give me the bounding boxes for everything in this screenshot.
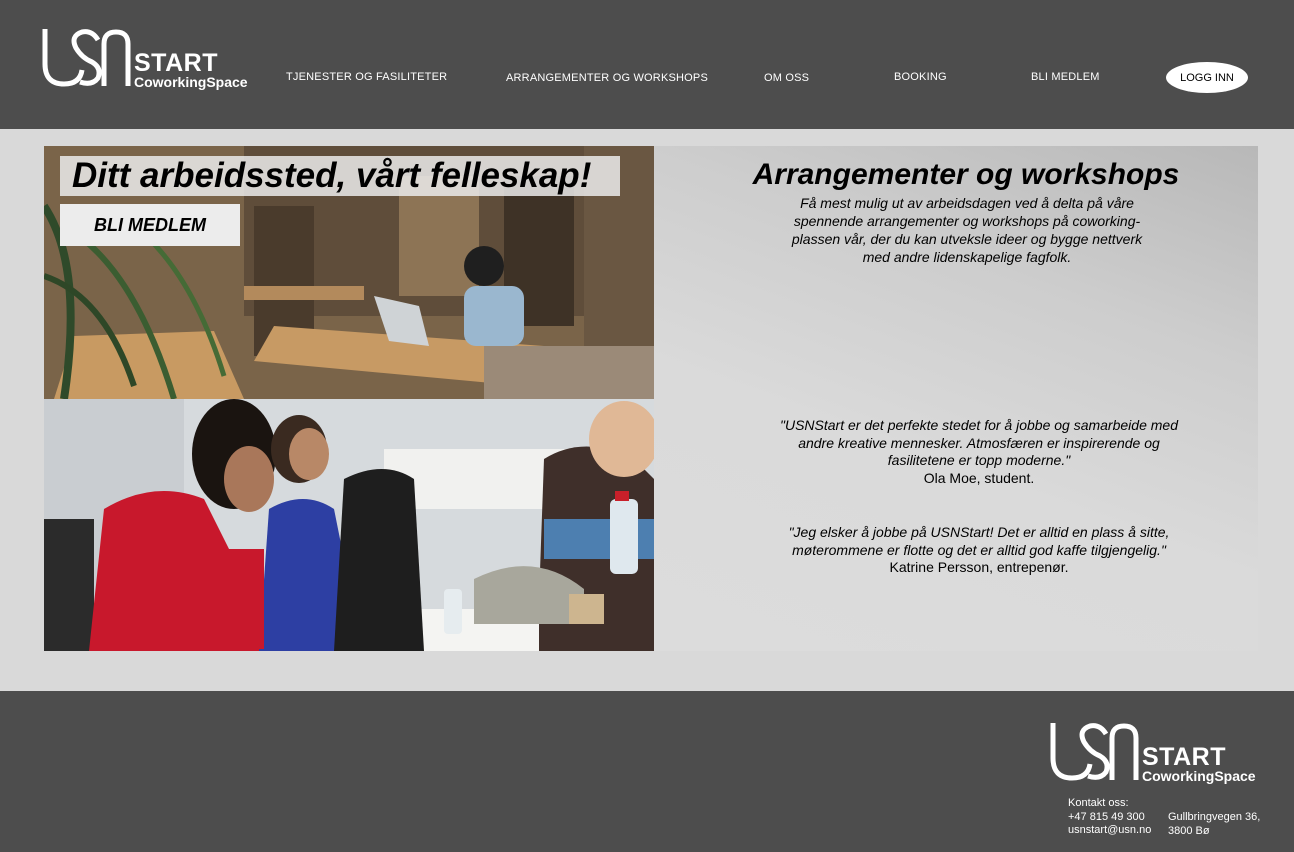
testimonial-author: Ola Moe, student. bbox=[923, 469, 1035, 486]
events-panel: Arrangementer og workshops Få mest mulig… bbox=[654, 146, 1258, 651]
brand-subtitle: CoworkingSpace bbox=[1142, 768, 1256, 784]
contact-label: Kontakt oss: bbox=[1068, 797, 1129, 809]
hero-title: Ditt arbeidssted, vårt felleskap! bbox=[60, 156, 620, 196]
address-line-1: Gullbringvegen 36, bbox=[1168, 811, 1261, 823]
workshop-scene-image bbox=[44, 399, 654, 651]
site-header: START CoworkingSpace TJENESTER OG FASILI… bbox=[0, 0, 1294, 129]
workshop-photo bbox=[44, 399, 654, 651]
nav-item-services[interactable]: TJENESTER OG FASILITETER bbox=[286, 71, 447, 83]
contact-address: Gullbringvegen 36, 3800 Bø bbox=[1168, 811, 1260, 838]
events-description: Få mest mulig ut av arbeidsdagen ved å d… bbox=[791, 195, 1143, 265]
testimonial-text: "USNStart er det perfekte stedet for å j… bbox=[780, 417, 1178, 468]
nav-item-about[interactable]: OM OSS bbox=[764, 72, 809, 84]
address-line-2: 3800 Bø bbox=[1168, 824, 1210, 837]
login-button[interactable]: LOGG INN bbox=[1166, 62, 1248, 93]
testimonial: "Jeg elsker å jobbe på USNStart! Det er … bbox=[774, 524, 1184, 577]
brand-start-text: START bbox=[1142, 743, 1226, 771]
events-heading: Arrangementer og workshops bbox=[752, 158, 1180, 191]
nav-item-events[interactable]: ARRANGEMENTER OG WORKSHOPS bbox=[506, 72, 708, 84]
join-button[interactable]: BLI MEDLEM bbox=[60, 204, 240, 246]
testimonial-author: Katrine Persson, entrepenør. bbox=[889, 559, 1069, 575]
brand-start-text: START bbox=[134, 49, 218, 77]
contact-info: Kontakt oss: +47 815 49 300 usnstart@usn… bbox=[1068, 797, 1151, 838]
contact-phone[interactable]: +47 815 49 300 bbox=[1068, 811, 1151, 825]
nav-item-membership[interactable]: BLI MEDLEM bbox=[1031, 71, 1100, 83]
site-footer: START CoworkingSpace Kontakt oss: +47 81… bbox=[0, 691, 1294, 852]
brand-logo[interactable]: START CoworkingSpace bbox=[42, 26, 262, 90]
contact-email[interactable]: usnstart@usn.no bbox=[1068, 824, 1151, 838]
usn-logo-mark-icon bbox=[1050, 723, 1139, 781]
brand-subtitle: CoworkingSpace bbox=[134, 74, 248, 90]
testimonial: "USNStart er det perfekte stedet for å j… bbox=[774, 417, 1184, 487]
nav-item-booking[interactable]: BOOKING bbox=[894, 71, 947, 83]
footer-brand-logo[interactable]: START CoworkingSpace bbox=[1050, 720, 1270, 784]
usn-logo-mark-icon bbox=[42, 29, 131, 87]
testimonial-text: "Jeg elsker å jobbe på USNStart! Det er … bbox=[788, 524, 1170, 558]
